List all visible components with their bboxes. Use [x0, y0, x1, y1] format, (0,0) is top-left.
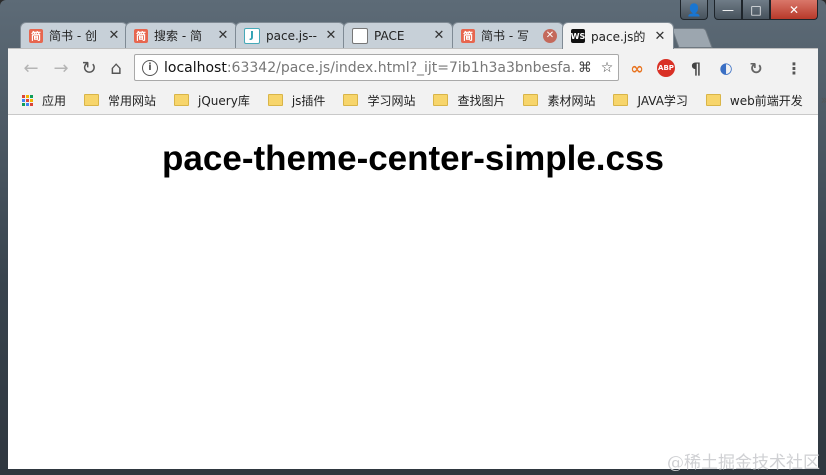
tab-title: pace.js--: [266, 28, 318, 43]
folder-icon: [267, 94, 283, 106]
folder-icon: [523, 94, 539, 106]
bookmark-folder[interactable]: js插件: [267, 92, 326, 109]
tab-jianshu-create[interactable]: 简 简书 - 创 ✕: [20, 22, 128, 48]
browser-window: 👤 — □ ✕ 简 简书 - 创 ✕ 简 搜索 - 简 ✕ J pace.js-…: [0, 0, 826, 475]
user-profile-button[interactable]: 👤: [680, 0, 708, 20]
info-icon[interactable]: i: [142, 59, 158, 76]
pilcrow-extension-icon[interactable]: ¶: [686, 58, 706, 78]
bookmark-label: 学习网站: [367, 93, 416, 108]
browser-toolbar: ← → ↻ ⌂ i localhost:63342/pace.js/index.…: [8, 48, 818, 87]
tab-title: 简书 - 创: [49, 29, 97, 43]
bookmark-label: 应用: [42, 93, 67, 108]
tab-title: 搜索 - 简: [154, 29, 202, 43]
back-arrow-icon[interactable]: ←: [20, 57, 42, 79]
bookmark-label: jQuery库: [198, 93, 250, 108]
pace-favicon-icon: J: [244, 27, 260, 44]
maximize-button[interactable]: □: [742, 0, 770, 20]
adblock-badge: ABP: [657, 59, 675, 77]
tab-jianshu-write[interactable]: 简 简书 - 写 ✕: [452, 22, 564, 48]
bookmark-folder[interactable]: JAVA学习: [613, 92, 688, 109]
tab-close-icon[interactable]: ✕: [653, 29, 667, 44]
url-path: :63342/pace.js/index.html?_ijt=7ib1h3a3b…: [226, 59, 574, 76]
tab-title: 简书 - 写: [481, 29, 529, 43]
address-bar[interactable]: i localhost:63342/pace.js/index.html?_ij…: [134, 54, 619, 81]
sync-extension-icon[interactable]: ↻: [746, 58, 766, 78]
bookmark-label: JAVA学习: [637, 93, 688, 108]
bookmark-label: 常用网站: [108, 93, 157, 108]
bookmarks-bar: 应用 常用网站 jQuery库 js插件 学习网站 查找图片 素材网站 JAVA…: [8, 86, 826, 115]
tab-pacejs[interactable]: J pace.js-- ✕: [235, 22, 345, 48]
page-heading: pace-theme-center-simple.css: [162, 139, 664, 178]
bookmark-folder[interactable]: jQuery库: [174, 92, 250, 109]
window-controls: 👤 — □ ✕: [680, 0, 818, 20]
page-viewport: pace-theme-center-simple.css: [8, 115, 818, 469]
menu-icon[interactable]: ⋮: [784, 58, 804, 78]
tab-title: PACE: [374, 28, 405, 43]
tab-pace[interactable]: PACE ✕: [343, 22, 453, 48]
bookmark-label: web前端开发: [729, 93, 803, 108]
bookmark-label: 素材网站: [547, 93, 596, 108]
folder-icon: [343, 94, 359, 106]
jianshu-favicon-icon: 简: [134, 28, 148, 43]
url-host: localhost: [164, 59, 227, 76]
document-icon: [352, 27, 368, 44]
tab-strip: 简 简书 - 创 ✕ 简 搜索 - 简 ✕ J pace.js-- ✕ PACE…: [20, 20, 826, 49]
new-tab-button[interactable]: [671, 28, 713, 48]
adblock-plus-icon[interactable]: ABP: [656, 58, 676, 78]
home-icon[interactable]: ⌂: [105, 57, 127, 79]
tab-close-icon[interactable]: ✕: [216, 28, 230, 43]
bookmark-folder[interactable]: 素材网站: [523, 92, 595, 109]
extension-icon[interactable]: ◐: [716, 58, 736, 78]
bookmark-star-icon[interactable]: ☆: [596, 60, 618, 76]
jianshu-favicon-icon: 简: [461, 28, 475, 43]
close-window-button[interactable]: ✕: [770, 0, 818, 20]
tab-close-icon[interactable]: ✕: [107, 28, 121, 43]
url-text[interactable]: localhost:63342/pace.js/index.html?_ijt=…: [164, 60, 574, 76]
folder-icon: [705, 94, 721, 106]
bookmark-folder[interactable]: web前端开发: [705, 92, 803, 109]
tab-pacejs-active[interactable]: WS pace.js的 ✕: [562, 22, 674, 49]
webstorm-favicon-icon: WS: [571, 29, 585, 43]
watermark: @稀土掘金技术社区: [667, 453, 820, 473]
tab-close-icon[interactable]: ✕: [543, 28, 557, 43]
bookmark-label: 查找图片: [457, 93, 506, 108]
tab-title: pace.js的: [591, 29, 646, 44]
folder-icon: [613, 94, 629, 106]
tab-close-icon[interactable]: ✕: [432, 28, 446, 43]
tab-close-icon[interactable]: ✕: [324, 28, 338, 43]
folder-icon: [84, 94, 100, 106]
bookmark-apps[interactable]: 应用: [8, 92, 66, 109]
bookmarks-overflow-button[interactable]: »: [821, 93, 826, 107]
folder-icon: [174, 94, 190, 106]
tab-search-jianshu[interactable]: 简 搜索 - 简 ✕: [125, 22, 237, 48]
forward-arrow-icon[interactable]: →: [50, 57, 72, 79]
jianshu-favicon-icon: 简: [29, 28, 43, 43]
folder-icon: [433, 94, 449, 106]
translate-icon[interactable]: ⌘: [574, 60, 596, 76]
minimize-button[interactable]: —: [714, 0, 742, 20]
bookmark-folder[interactable]: 查找图片: [433, 92, 505, 109]
reload-icon[interactable]: ↻: [78, 57, 100, 79]
infinity-extension-icon[interactable]: ∞: [627, 58, 647, 78]
bookmark-folder[interactable]: 学习网站: [343, 92, 415, 109]
bookmark-label: js插件: [291, 93, 326, 108]
bookmark-folder[interactable]: 常用网站: [84, 92, 156, 109]
apps-grid-icon: [22, 94, 33, 106]
